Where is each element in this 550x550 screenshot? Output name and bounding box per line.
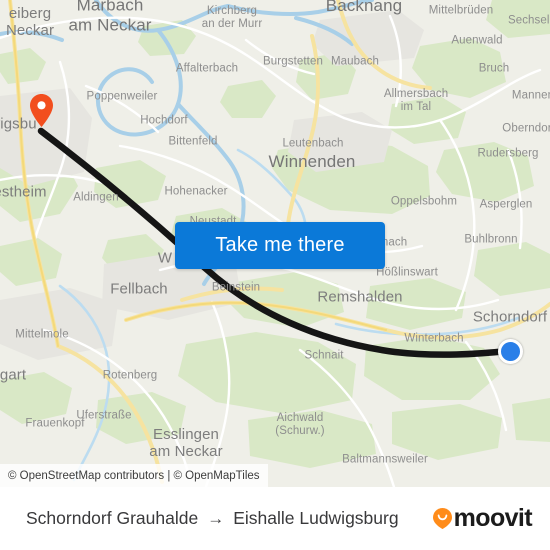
footer-bar: Schorndorf Grauhalde → Eishalle Ludwigsb… (0, 487, 550, 550)
take-me-there-button[interactable]: Take me there (175, 222, 385, 269)
map-attribution[interactable]: © OpenStreetMap contributors | © OpenMap… (0, 464, 268, 487)
map-share-card: eiberg Neckar Marbach am Neckar Kirchberg … (0, 0, 550, 550)
moovit-pin-icon (432, 508, 452, 529)
attribution-text: © OpenStreetMap contributors | © OpenMap… (8, 469, 260, 482)
cta-label: Take me there (215, 234, 345, 256)
origin-pin-icon[interactable] (30, 94, 53, 127)
moovit-logo[interactable]: moovit (432, 504, 533, 532)
map-canvas[interactable]: eiberg Neckar Marbach am Neckar Kirchberg … (0, 0, 550, 487)
destination-dot-icon[interactable] (498, 339, 523, 364)
trip-origin: Schorndorf Grauhalde (26, 508, 199, 528)
trip-summary: Schorndorf Grauhalde → Eishalle Ludwigsb… (26, 508, 433, 529)
moovit-wordmark: moovit (453, 504, 533, 532)
trip-destination: Eishalle Ludwigsburg (233, 508, 399, 528)
arrow-right-icon: → (207, 509, 225, 528)
